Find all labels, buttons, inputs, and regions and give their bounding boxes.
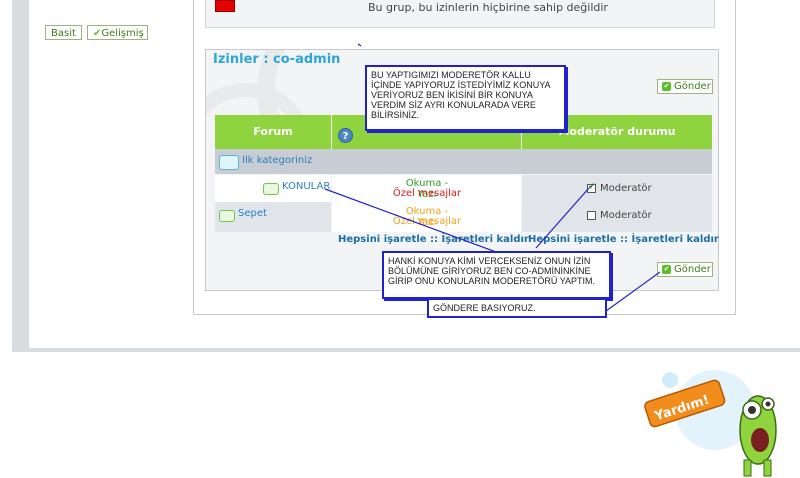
help-mascot[interactable]: Yardım! xyxy=(640,360,790,478)
annotation-note-3: GÖNDERE BASIYORUZ. xyxy=(427,298,607,318)
annotation-note-1: BU YAPTIGIMIZI MODERETÖR KALLU İÇİNDE YA… xyxy=(365,65,566,131)
annotation-note-2: HANKİ KONUYA KİMİ VERCEKSENİZ ONUN İZİN … xyxy=(382,251,611,299)
